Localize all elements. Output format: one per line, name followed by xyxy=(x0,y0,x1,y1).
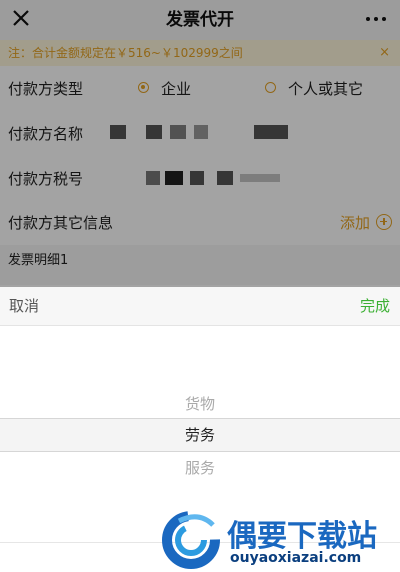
picker-toolbar: 取消 完成 xyxy=(0,287,400,326)
picker-option[interactable]: 货物 xyxy=(0,393,400,414)
screen: 发票代开 注：合计金额规定在￥516~￥102999之间 × 付款方类型 企业 … xyxy=(0,0,400,572)
watermark-title: 偶要下载站 xyxy=(227,519,377,554)
watermark: 偶要下载站 ouyaoxiazai.com xyxy=(155,505,400,572)
watermark-logo-icon xyxy=(162,511,220,569)
watermark-url: ouyaoxiazai.com xyxy=(230,550,362,566)
done-button[interactable]: 完成 xyxy=(360,287,390,325)
picker-option-selected[interactable]: 劳务 xyxy=(0,418,400,452)
cancel-button[interactable]: 取消 xyxy=(9,287,39,325)
modal-overlay[interactable] xyxy=(0,0,400,287)
picker-option[interactable]: 服务 xyxy=(0,457,400,478)
